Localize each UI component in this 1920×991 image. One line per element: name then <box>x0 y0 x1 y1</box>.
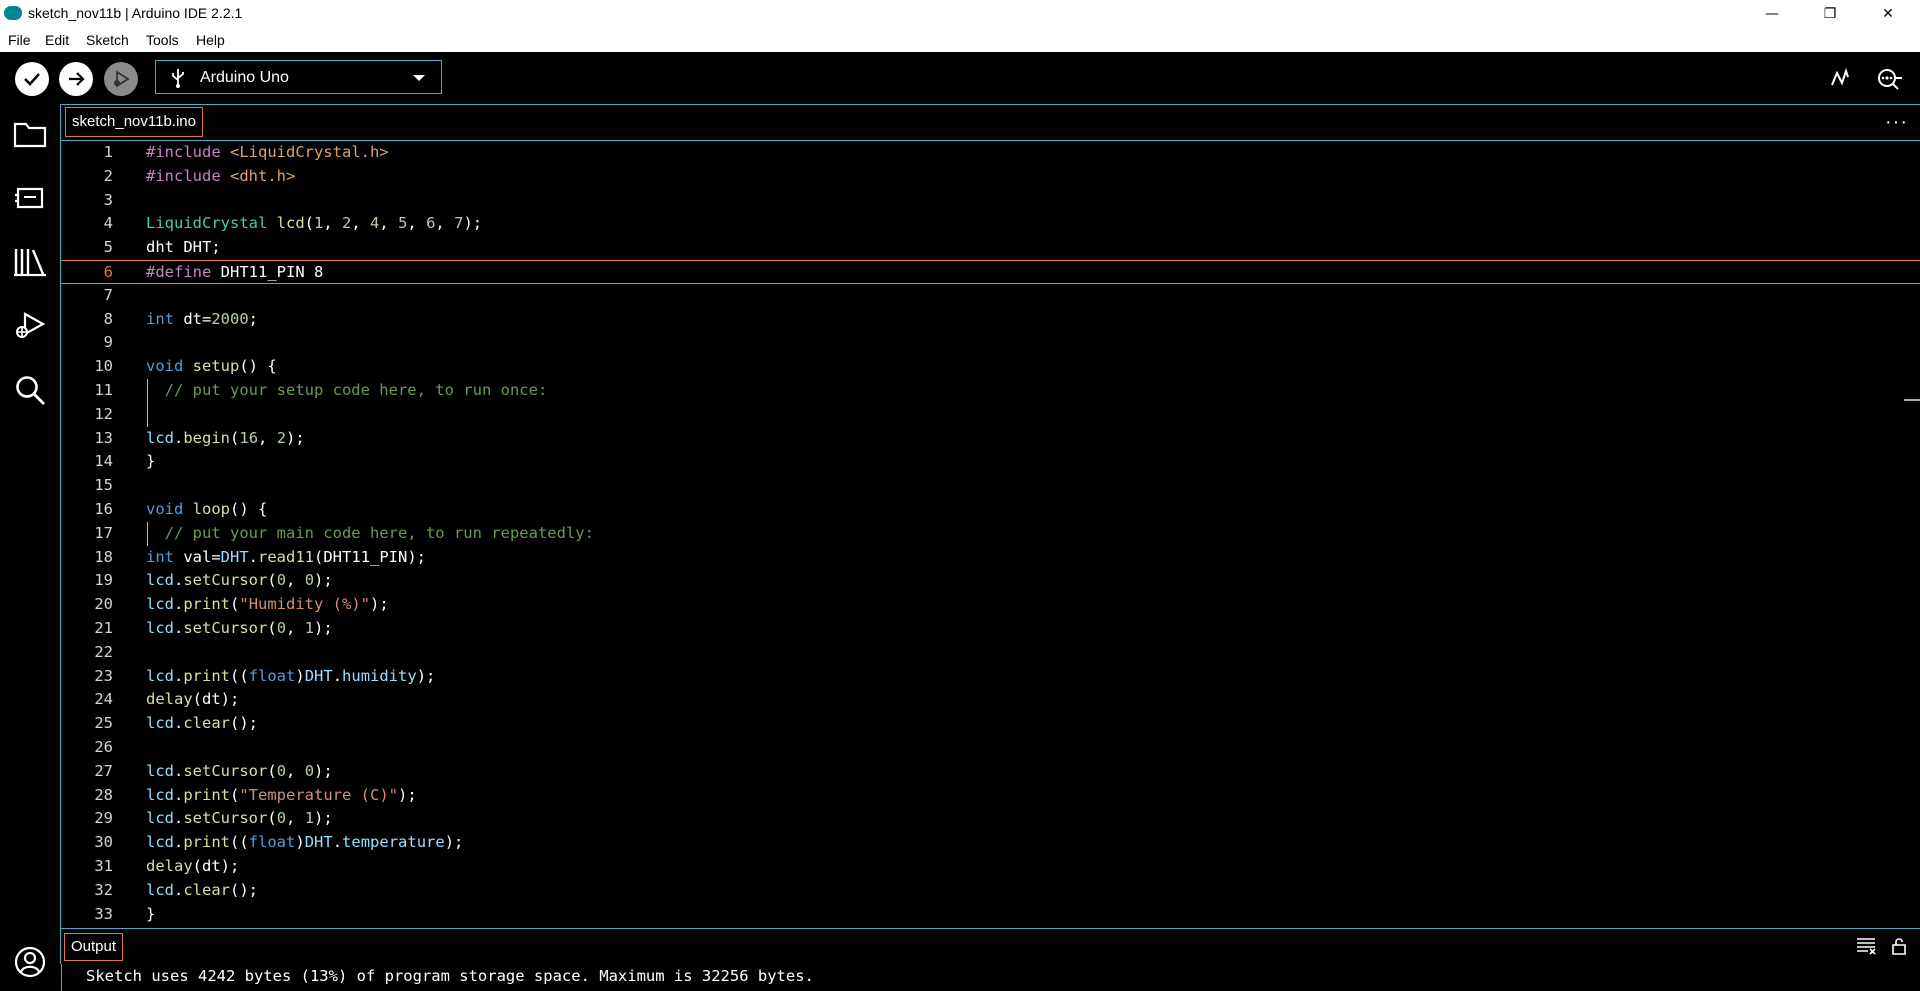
usb-icon <box>172 69 184 88</box>
code-line-active: 6 #define DHT11_PIN 8 <box>61 260 1920 284</box>
code-line: 12 <box>61 402 1920 427</box>
window-title: sketch_nov11b | Arduino IDE 2.2.1 <box>28 5 243 21</box>
minimize-button[interactable]: — <box>1743 0 1801 27</box>
code-line: 19 lcd.setCursor(0, 0); <box>94 571 333 590</box>
tab-sketch-file[interactable]: sketch_nov11b.ino <box>65 107 203 137</box>
code-editor[interactable]: 1 #include <LiquidCrystal.h> 2 #include <d… <box>61 141 1920 928</box>
output-log: Sketch uses 4242 bytes (13%) of program … <box>61 964 1920 991</box>
editor-tab-bar: sketch_nov11b.ino ··· <box>61 105 1920 141</box>
title-bar: sketch_nov11b | Arduino IDE 2.2.1 — ❐ ✕ <box>0 0 1920 27</box>
clear-output-icon[interactable] <box>1856 937 1876 955</box>
code-line: 29 lcd.setCursor(0, 1); <box>94 809 333 828</box>
code-line: 32 lcd.clear(); <box>94 880 259 899</box>
chevron-down-icon <box>413 75 425 81</box>
code-line: 10 void setup() { <box>94 357 277 376</box>
code-line: 30 lcd.print((float)DHT.temperature); <box>94 833 464 852</box>
code-line: 11 // put your setup code here, to run o… <box>61 379 1920 403</box>
code-line: 8 int dt=2000; <box>103 309 258 328</box>
menu-edit[interactable]: Edit <box>45 32 69 48</box>
code-line: 33} <box>94 904 156 923</box>
sketchbook-icon[interactable] <box>12 116 48 152</box>
code-line: 24 delay(dt); <box>94 690 240 709</box>
code-line: 14} <box>94 452 156 471</box>
output-actions <box>1856 937 1908 955</box>
serial-monitor-icon[interactable] <box>1874 66 1904 92</box>
code-line: 21 lcd.setCursor(0, 1); <box>94 619 333 637</box>
close-button[interactable]: ✕ <box>1859 0 1917 27</box>
code-line: 18 int val=DHT.read11(DHT11_PIN); <box>94 547 426 566</box>
code-line: 13 lcd.begin(16, 2); <box>94 428 305 447</box>
verify-button[interactable] <box>15 62 49 96</box>
code-line: 2 #include <dht.h> <box>103 166 296 185</box>
menu-sketch[interactable]: Sketch <box>86 32 129 48</box>
scrollbar-marker[interactable] <box>1904 399 1920 401</box>
board-selector[interactable]: Arduino Uno <box>155 60 442 94</box>
lock-scroll-icon[interactable] <box>1890 937 1908 955</box>
code-line: 23 lcd.print((float)DHT.humidity); <box>94 666 436 685</box>
code-line: 22 <box>94 642 113 661</box>
arduino-logo-icon <box>4 6 22 20</box>
code-line: 31 delay(dt); <box>94 857 240 875</box>
code-line: 25 lcd.clear(); <box>94 714 259 733</box>
tab-output[interactable]: Output <box>64 933 124 961</box>
boards-manager-icon[interactable] <box>12 180 48 216</box>
code-line: 7 <box>103 285 113 304</box>
code-line: 3 <box>103 190 113 209</box>
menu-file[interactable]: File <box>8 32 31 48</box>
debug-play-icon <box>114 70 130 88</box>
code-line: 17 // put your main code here, to run re… <box>61 521 1920 546</box>
sidebar <box>0 104 60 991</box>
code-line: 27 lcd.setCursor(0, 0); <box>94 761 333 780</box>
debug-button[interactable] <box>104 62 138 96</box>
code-line: 16 void loop() { <box>94 500 268 518</box>
profile-icon[interactable] <box>12 944 48 980</box>
code-line: 9 <box>103 333 113 352</box>
code-line: 26 <box>94 738 113 756</box>
code-line: 28 lcd.print("Temperature (C)"); <box>94 785 417 804</box>
library-manager-icon[interactable] <box>12 244 48 280</box>
code-line: 5 dht DHT; <box>103 238 221 257</box>
check-icon <box>24 73 40 86</box>
menu-bar: File Edit Sketch Tools Help <box>0 27 1920 52</box>
code-line: 15 <box>94 476 113 495</box>
menu-tools[interactable]: Tools <box>146 32 179 48</box>
upload-button[interactable] <box>59 62 93 96</box>
arrow-right-icon <box>69 72 85 86</box>
code-line: 4 LiquidCrystal lcd(1, 2, 4, 5, 6, 7); <box>103 214 483 233</box>
more-options-icon[interactable]: ··· <box>1885 111 1908 134</box>
board-name: Arduino Uno <box>200 69 289 86</box>
serial-plotter-icon[interactable] <box>1830 67 1854 91</box>
restore-button[interactable]: ❐ <box>1801 0 1859 27</box>
search-icon[interactable] <box>12 372 48 408</box>
code-line: 20 lcd.print("Humidity (%)"); <box>94 595 389 614</box>
output-panel-header: Output <box>60 928 1920 964</box>
code-line: 1 #include <LiquidCrystal.h> <box>103 143 389 161</box>
menu-help[interactable]: Help <box>196 32 225 48</box>
debug-icon[interactable] <box>12 308 48 344</box>
